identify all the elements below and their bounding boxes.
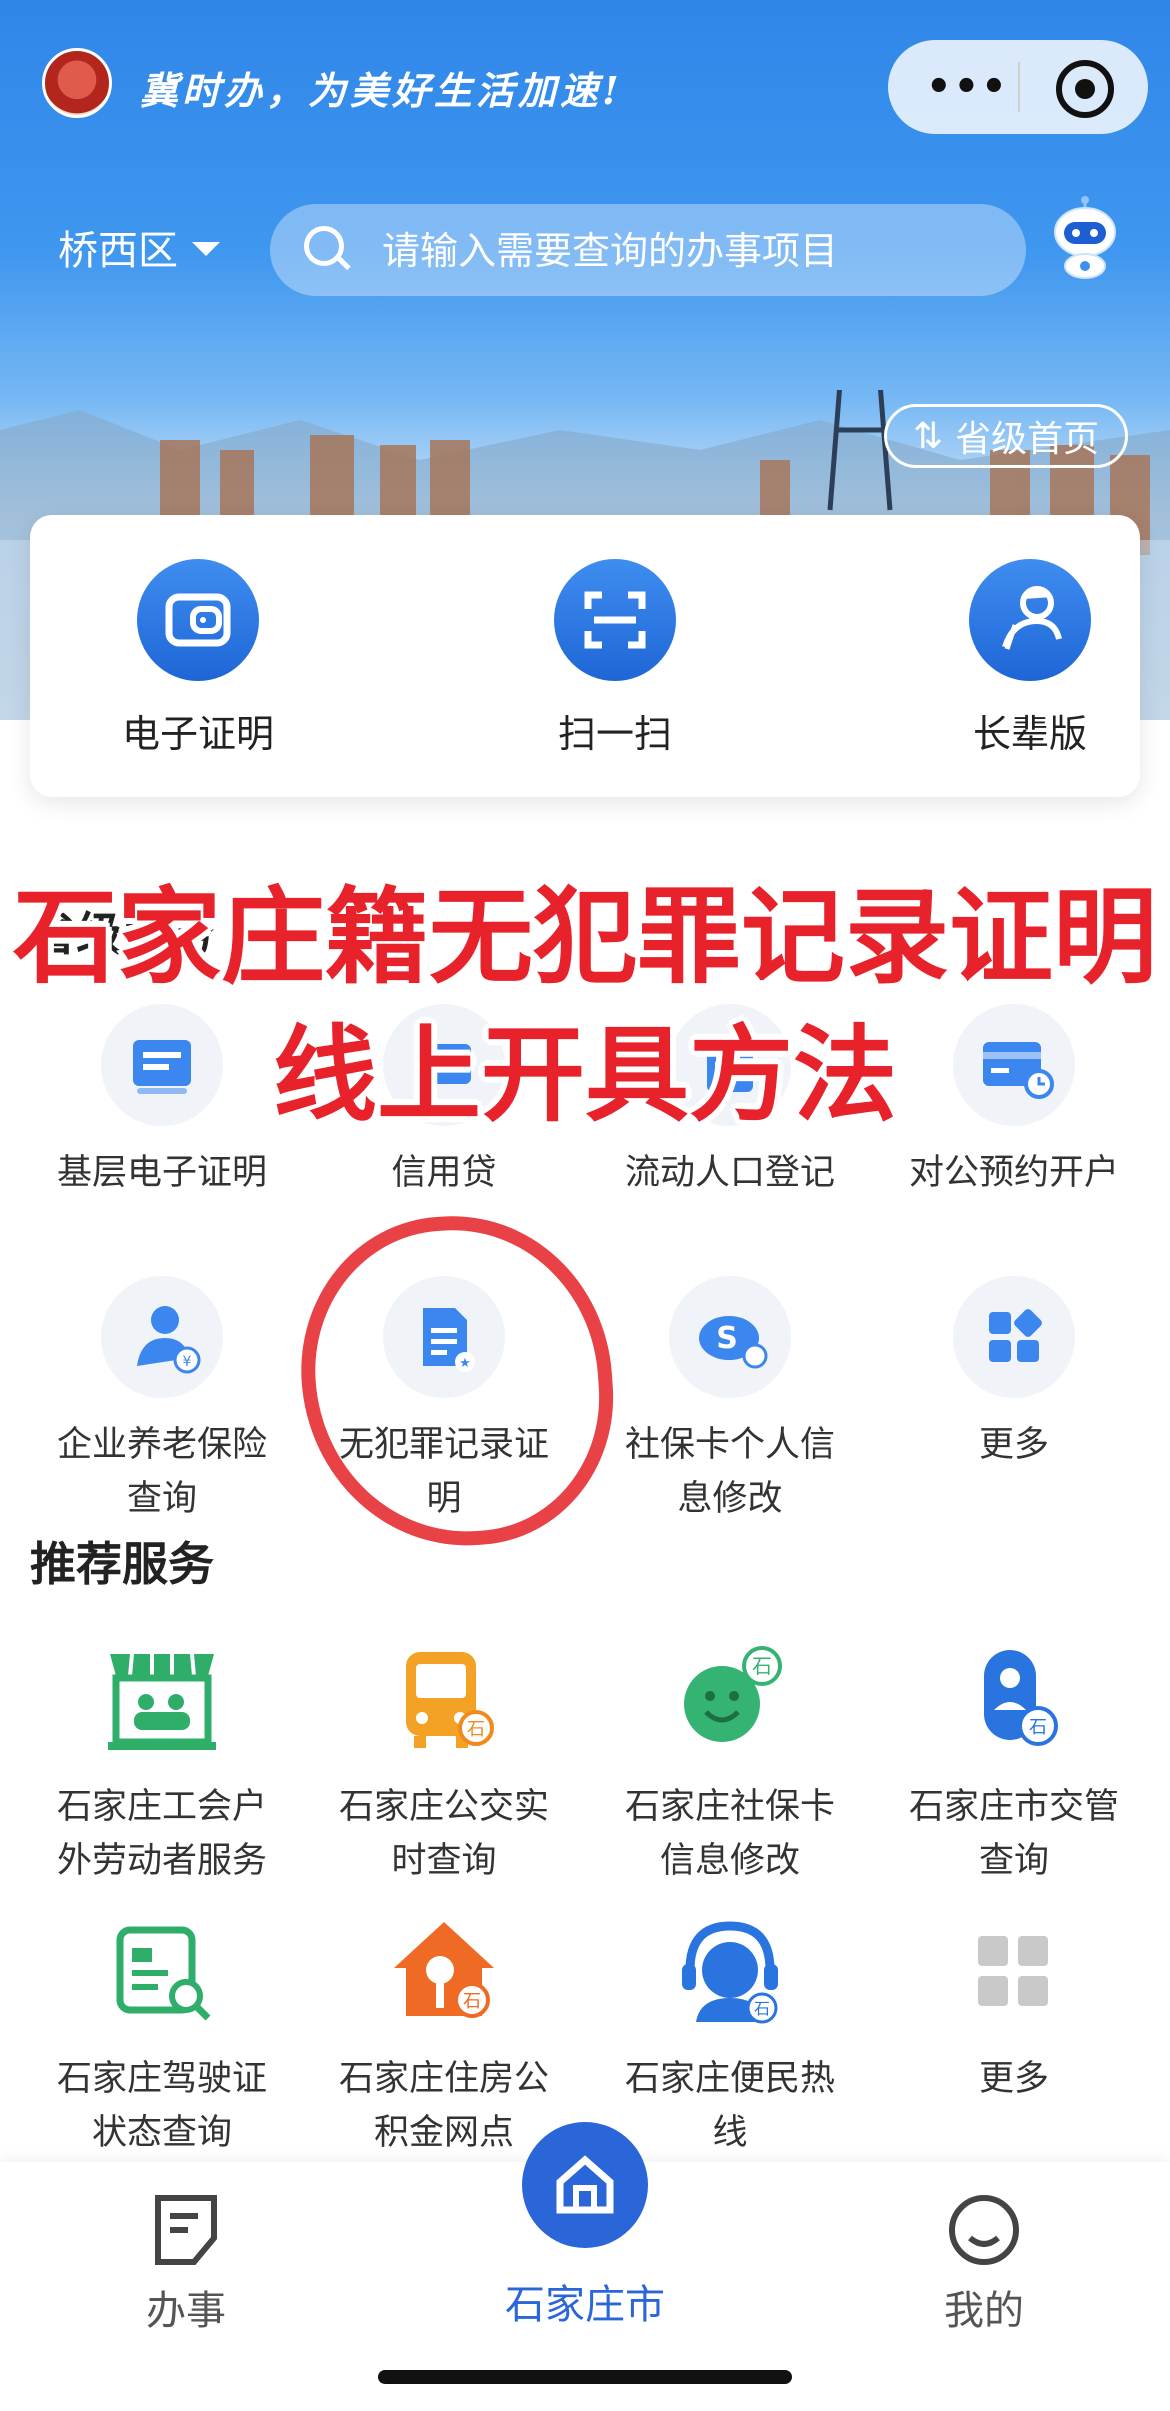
grid-icon [954,1912,1074,2032]
wallet-icon [137,559,259,681]
home-icon [556,2155,614,2214]
recommend-label: 更多 [978,2059,1049,2099]
close-target-icon[interactable] [1056,60,1114,118]
recommended-services-title: 推荐服务 [30,1537,214,1591]
svg-text:石: 石 [463,1991,481,2012]
house-key-icon: 石 [384,1912,504,2032]
service-label: 企业养老保险查询 [56,1425,267,1519]
service-label: 基层电子证明 [56,1153,267,1193]
assistant-robot-icon[interactable] [1050,196,1120,280]
document-tab-icon [155,2195,217,2265]
search-bar[interactable] [270,204,1026,296]
tab-city-label: 石家庄市 [505,2282,665,2328]
recommend-label: 石家庄社保卡信息修改 [624,1787,835,1881]
service-label: 社保卡个人信息修改 [624,1425,835,1519]
recommend-item-bus-query[interactable]: 石 石家庄公交实时查询 [306,1640,582,1888]
profile-tab-icon [949,2195,1019,2265]
elder-icon [969,559,1091,681]
recommend-label: 石家庄便民热线 [624,2059,835,2153]
search-input[interactable] [380,222,1004,280]
quick-actions-card: 电子证明 扫一扫 长辈版 [30,515,1140,797]
quick-action-elder-mode[interactable]: 长辈版 [910,559,1150,758]
quick-action-scan[interactable]: 扫一扫 [495,559,735,758]
svg-text:¥: ¥ [183,1354,192,1370]
recommend-label: 石家庄市交管查询 [908,1787,1119,1881]
service-label: 对公预约开户 [908,1153,1119,1193]
service-item-social-card-modify[interactable]: S 社保卡个人信息修改 [592,1276,868,1526]
quick-action-label: 长辈版 [972,712,1087,756]
recommend-item-union-workers[interactable]: 石家庄工会户外劳动者服务 [24,1640,300,1888]
station-icon [102,1640,222,1760]
quick-action-e-certificate[interactable]: 电子证明 [78,559,318,758]
svg-text:石: 石 [754,1999,770,2018]
headset-icon: 石 [670,1912,790,2032]
app-logo [42,48,112,118]
service-label: 更多 [978,1425,1049,1465]
recommend-item-driving-license[interactable]: 石家庄驾驶证状态查询 [24,1912,300,2160]
search-icon [304,226,344,266]
tab-city-home[interactable] [522,2122,648,2248]
province-home-button[interactable]: ⇅ 省级首页 [884,404,1128,468]
svg-text:石: 石 [752,1654,772,1678]
svg-text:石: 石 [467,1719,485,1740]
grid-icon [953,1276,1075,1398]
service-label: 流动人口登记 [624,1153,835,1193]
tab-label: 办事 [146,2288,226,2334]
miniprogram-capsule[interactable]: ••• [888,40,1148,134]
smile-icon: 石 [670,1640,790,1760]
recommend-label: 石家庄公交实时查询 [338,1787,549,1881]
recommend-item-more[interactable]: 更多 [876,1912,1152,2106]
home-indicator [378,2370,792,2384]
service-label: 信用贷 [391,1153,497,1193]
service-item-enterprise-pension[interactable]: ¥ 企业养老保险查询 [24,1276,300,1526]
svg-text:石: 石 [1029,1717,1047,1738]
pension-icon: ¥ [101,1276,223,1398]
slogan: 冀时办，为美好生活加速! [140,68,623,113]
recommend-item-traffic-police[interactable]: 石 石家庄市交管查询 [876,1640,1152,1888]
recommend-item-social-card[interactable]: 石 石家庄社保卡信息修改 [592,1640,868,1888]
quick-action-label: 电子证明 [121,712,274,756]
service-item-more-provincial[interactable]: 更多 [876,1276,1152,1472]
district-label: 桥西区 [58,228,178,274]
license-icon [102,1912,222,2032]
recommend-label: 石家庄工会户外劳动者服务 [56,1787,267,1881]
capsule-divider [1018,62,1020,112]
more-menu-icon[interactable]: ••• [926,64,1009,110]
quick-action-label: 扫一扫 [557,712,672,756]
tab-tasks[interactable]: 办事 [66,2192,306,2336]
tab-label: 我的 [944,2288,1024,2334]
scan-icon [554,559,676,681]
caret-down-icon [192,242,220,256]
tab-mine[interactable]: 我的 [864,2192,1104,2336]
svg-text:S: S [716,1321,738,1356]
police-icon: 石 [954,1640,1074,1760]
switch-arrows-icon: ⇅ [912,415,944,457]
overlay-caption-line1: 石家庄籍无犯罪记录证明 [12,876,1157,998]
recommend-label: 石家庄驾驶证状态查询 [56,2059,267,2153]
bus-icon: 石 [384,1640,504,1760]
social-card-icon: S [669,1276,791,1398]
district-selector[interactable]: 桥西区 [58,218,220,276]
overlay-caption-line2: 线上开具方法 [272,1014,897,1136]
province-home-label: 省级首页 [955,419,1100,460]
